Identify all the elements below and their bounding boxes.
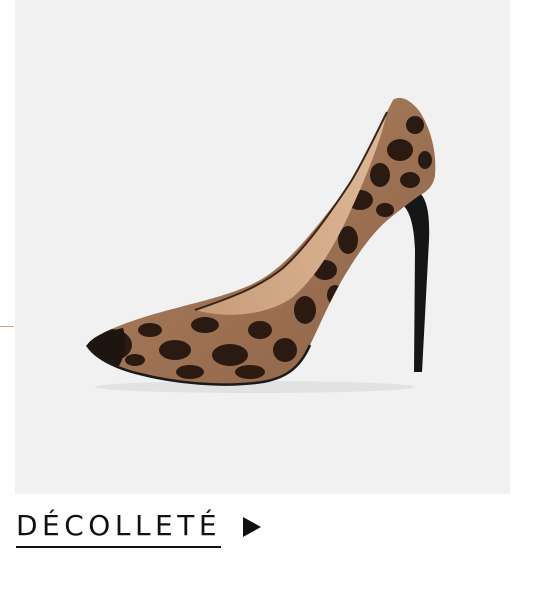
side-divider xyxy=(0,326,14,327)
decollete-category-link[interactable]: DÉCOLLETÉ xyxy=(16,506,262,548)
page: DÉCOLLETÉ xyxy=(0,0,550,610)
leopard-pump-shoe-image xyxy=(85,97,436,393)
cta-label[interactable]: DÉCOLLETÉ xyxy=(16,506,222,548)
play-arrow-icon[interactable] xyxy=(243,517,262,537)
product-image-card[interactable] xyxy=(15,0,510,494)
